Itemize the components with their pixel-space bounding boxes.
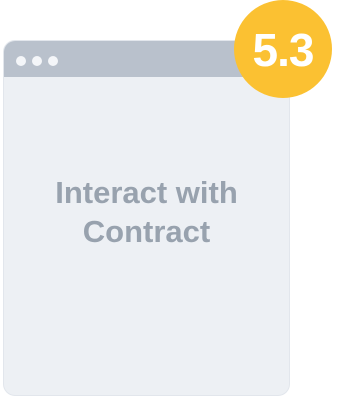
window-label-line-2: Contract bbox=[82, 214, 211, 249]
step-number: 5.3 bbox=[252, 24, 315, 76]
window-dot-icon bbox=[32, 56, 42, 66]
window-label-line-1: Interact with bbox=[55, 175, 238, 210]
browser-window: Interact with Contract bbox=[3, 40, 290, 396]
window-label: Interact with Contract bbox=[4, 173, 289, 251]
window-dot-icon bbox=[16, 56, 26, 66]
window-dot-icon bbox=[48, 56, 58, 66]
illustration: Interact with Contract 5.3 bbox=[0, 0, 340, 403]
step-number-badge: 5.3 bbox=[234, 0, 332, 98]
